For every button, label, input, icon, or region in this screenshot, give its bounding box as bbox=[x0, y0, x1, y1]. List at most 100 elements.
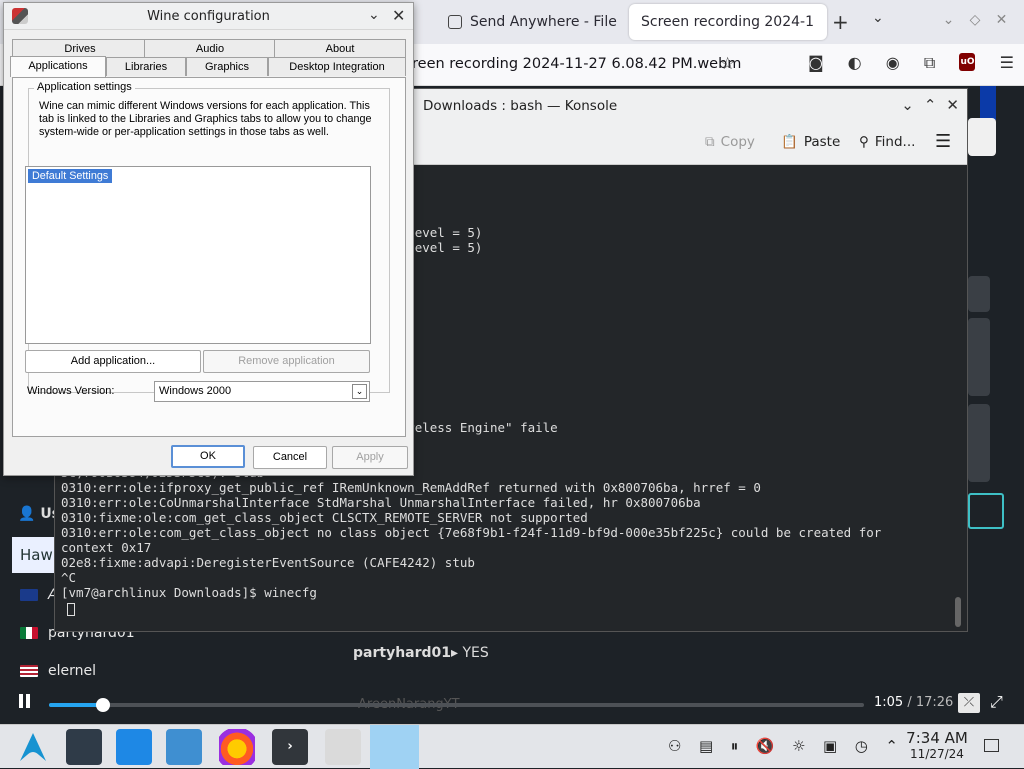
file-manager-icon[interactable] bbox=[166, 729, 202, 765]
find-button[interactable]: ⚲ Find... bbox=[859, 134, 915, 150]
highlighted-box bbox=[968, 493, 1004, 529]
usa-flag-icon bbox=[20, 665, 38, 677]
group-label: Application settings bbox=[34, 81, 135, 93]
arch-launcher-icon[interactable] bbox=[17, 731, 49, 763]
firefox-toolbar: ◙ ◐ ◉ ⧉ uO ☰ bbox=[808, 53, 1014, 73]
tab-panel-applications: Application settings Wine can mimic diff… bbox=[12, 77, 406, 437]
fullscreen-icon[interactable]: ⤢ bbox=[990, 692, 1003, 712]
apply-button[interactable]: Apply bbox=[332, 446, 408, 469]
network-icon[interactable]: ⚇ bbox=[668, 737, 681, 755]
pause-icon[interactable] bbox=[18, 694, 32, 712]
chevron-down-icon[interactable]: ⌄ bbox=[872, 10, 884, 26]
hamburger-menu-icon[interactable]: ☰ bbox=[1000, 53, 1014, 73]
ok-button[interactable]: OK bbox=[171, 445, 245, 468]
minimize-icon[interactable]: ⌄ bbox=[943, 12, 955, 28]
clock-date: 11/27/24 bbox=[910, 747, 964, 761]
save-icon[interactable]: ▣ bbox=[823, 737, 837, 755]
mexico-flag-icon bbox=[20, 627, 38, 639]
system-settings-icon[interactable] bbox=[66, 729, 102, 765]
winecfg-icon[interactable] bbox=[370, 725, 419, 769]
remove-application-button[interactable]: Remove application bbox=[203, 350, 370, 373]
video-progress-bar[interactable] bbox=[49, 698, 864, 712]
add-application-button[interactable]: Add application... bbox=[25, 350, 201, 373]
browser-tab-send-anywhere[interactable]: Send Anywhere - File bbox=[436, 4, 626, 40]
firefox-icon[interactable] bbox=[219, 729, 255, 765]
browser-tab-screen-recording[interactable]: Screen recording 2024-1 bbox=[629, 4, 827, 40]
description-text: Wine can mimic different Windows version… bbox=[39, 100, 372, 138]
dialog-title: Wine configuration bbox=[147, 9, 270, 24]
clock-time: 7:34 AM bbox=[906, 729, 968, 747]
window-title: Downloads : bash — Konsole bbox=[423, 98, 618, 114]
chevron-up-icon[interactable]: ⌃ bbox=[885, 737, 898, 755]
account-icon[interactable]: ◉ bbox=[886, 53, 900, 73]
tab-audio[interactable]: Audio bbox=[144, 39, 276, 58]
search-icon: ⚲ bbox=[859, 134, 869, 150]
scrollbar-thumb[interactable] bbox=[955, 597, 961, 627]
video-progress-fill bbox=[49, 703, 104, 707]
list-item-default-settings[interactable]: Default Settings bbox=[28, 169, 113, 183]
maximize-icon[interactable]: ⌃ bbox=[924, 96, 937, 114]
video-progress-handle[interactable] bbox=[96, 698, 111, 712]
page-button-fragment bbox=[968, 404, 990, 482]
konsole-icon[interactable]: › bbox=[272, 729, 308, 765]
video-controls: 1:05 / 17:26 ⤫ ⤢ bbox=[0, 684, 1024, 724]
pocket-icon[interactable]: ◙ bbox=[808, 53, 824, 73]
cancel-button[interactable]: Cancel bbox=[253, 446, 327, 469]
window-controls: ⌄ ◇ ✕ bbox=[935, 12, 1015, 28]
tab-libraries[interactable]: Libraries bbox=[106, 57, 186, 76]
taskbar: › ⚇ ▤ ⏸ 🔇 ☼ ▣ ◷ ⌃ 7:34 AM 11/27/24 bbox=[0, 724, 1024, 769]
chevron-down-icon[interactable]: ⌄ bbox=[352, 384, 367, 399]
tab-about[interactable]: About bbox=[274, 39, 406, 58]
media-pause-icon[interactable]: ⏸ bbox=[731, 737, 739, 755]
page-button-fragment bbox=[968, 318, 990, 396]
copy-button[interactable]: ⧉ Copy bbox=[705, 134, 755, 150]
browser-tab-label: Screen recording 2024-1 bbox=[641, 14, 814, 30]
star-icon[interactable]: ☆ bbox=[720, 54, 735, 74]
plus-icon[interactable]: + bbox=[832, 10, 849, 34]
url-bar[interactable]: reen recording 2024-11-27 6.08.42 PM.web… bbox=[412, 56, 741, 72]
australia-flag-icon bbox=[20, 589, 38, 601]
volume-muted-icon[interactable]: 🔇 bbox=[756, 737, 775, 755]
tab-desktop-integration[interactable]: Desktop Integration bbox=[268, 57, 406, 76]
discover-store-icon[interactable] bbox=[116, 729, 152, 765]
ublock-icon[interactable]: uO bbox=[959, 53, 976, 71]
vpn-icon[interactable]: ◐ bbox=[848, 53, 862, 73]
dialog-titlebar[interactable]: Wine configuration ⌄ ✕ bbox=[4, 3, 413, 30]
hamburger-menu-icon[interactable]: ☰ bbox=[935, 131, 951, 152]
clock[interactable]: 7:34 AM 11/27/24 bbox=[902, 729, 972, 761]
close-icon[interactable]: ✕ bbox=[946, 96, 959, 114]
show-desktop-icon[interactable] bbox=[984, 739, 999, 752]
updates-icon[interactable]: ◷ bbox=[855, 737, 868, 755]
minimize-icon[interactable]: ⌄ bbox=[901, 96, 914, 114]
paste-icon: 📋 bbox=[781, 134, 798, 150]
extensions-icon[interactable]: ⧉ bbox=[924, 53, 935, 73]
terminal-scrollbar[interactable] bbox=[955, 177, 961, 627]
video-time: 1:05 / 17:26 bbox=[874, 695, 954, 710]
browser-tab-label: Send Anywhere - File bbox=[470, 14, 617, 30]
copy-icon: ⧉ bbox=[705, 134, 715, 150]
minimize-icon[interactable]: ⌄ bbox=[368, 7, 380, 23]
archive-icon[interactable] bbox=[325, 729, 361, 765]
clipboard-icon[interactable]: ▤ bbox=[699, 737, 713, 755]
close-icon[interactable]: ✕ bbox=[996, 12, 1008, 28]
selected-version: Windows 2000 bbox=[159, 385, 232, 397]
close-icon[interactable]: ✕ bbox=[392, 6, 405, 25]
paste-button[interactable]: 📋 Paste bbox=[781, 134, 840, 150]
page-panel-fragment bbox=[968, 118, 996, 156]
system-tray: ⚇ ▤ ⏸ 🔇 ☼ ▣ ◷ ⌃ bbox=[668, 737, 898, 755]
windows-version-select[interactable]: Windows 2000 ⌄ bbox=[154, 381, 370, 402]
windows-version-label: Windows Version: bbox=[27, 385, 115, 397]
send-anywhere-favicon-icon bbox=[448, 15, 462, 29]
page-banner-fragment bbox=[980, 86, 996, 120]
brightness-icon[interactable]: ☼ bbox=[792, 737, 805, 755]
terminal-cursor bbox=[67, 603, 75, 616]
tab-applications[interactable]: Applications bbox=[10, 56, 106, 77]
window-controls: ⌄ ⌃ ✕ bbox=[901, 96, 959, 114]
tab-graphics[interactable]: Graphics bbox=[186, 57, 268, 76]
wine-configuration-dialog: Wine configuration ⌄ ✕ Drives Audio Abou… bbox=[3, 2, 414, 476]
application-list[interactable]: Default Settings bbox=[25, 166, 371, 344]
chat-message: partyhard01▸ YES bbox=[353, 645, 489, 661]
page-button-fragment bbox=[968, 276, 990, 312]
maximize-icon[interactable]: ◇ bbox=[970, 12, 981, 28]
volume-muted-icon[interactable]: ⤫ bbox=[958, 693, 980, 713]
